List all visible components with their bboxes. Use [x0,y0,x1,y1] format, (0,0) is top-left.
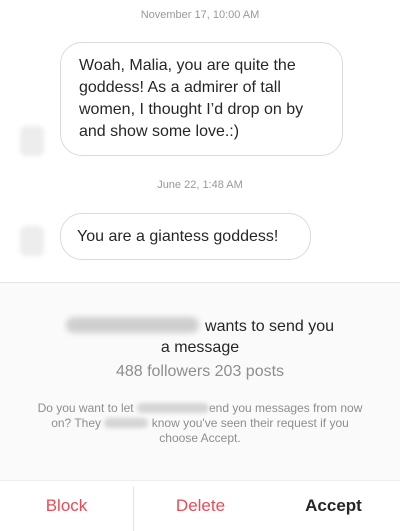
blurred-text [104,418,149,428]
request-actions-bar: Block Delete Accept [0,480,400,531]
sender-avatar[interactable] [20,226,44,256]
request-prompt-part-3: know you've seen their request if you ch… [151,416,349,445]
message-bubble[interactable]: Woah, Malia, you are quite the goddess! … [60,42,343,156]
blurred-username [136,403,209,413]
sender-avatar[interactable] [20,126,44,156]
request-heading-text-2: a message [160,339,240,356]
accept-button[interactable]: Accept [267,481,400,531]
request-heading: wants to send you a message [0,316,400,358]
request-prompt-part-1: Do you want to let [37,401,134,415]
message-text: Woah, Malia, you are quite the goddess! … [79,57,304,140]
message-thread: November 17, 10:00 AM Woah, Malia, you a… [0,0,400,282]
block-button[interactable]: Block [0,481,133,531]
message-timestamp: November 17, 10:00 AM [140,9,260,21]
request-heading-text: wants to send you [205,318,334,335]
delete-button[interactable]: Delete [134,481,267,531]
sender-stats: 488 followers 203 posts [115,363,285,380]
message-timestamp: June 22, 1:48 AM [157,179,243,191]
message-text: You are a giantess goddess! [77,228,279,245]
request-prompt: Do you want to let end you messages from… [35,401,365,446]
message-request-panel: wants to send you a message 488 follower… [0,282,400,480]
blurred-username[interactable] [66,317,200,333]
message-bubble[interactable]: You are a giantess goddess! [60,213,311,260]
